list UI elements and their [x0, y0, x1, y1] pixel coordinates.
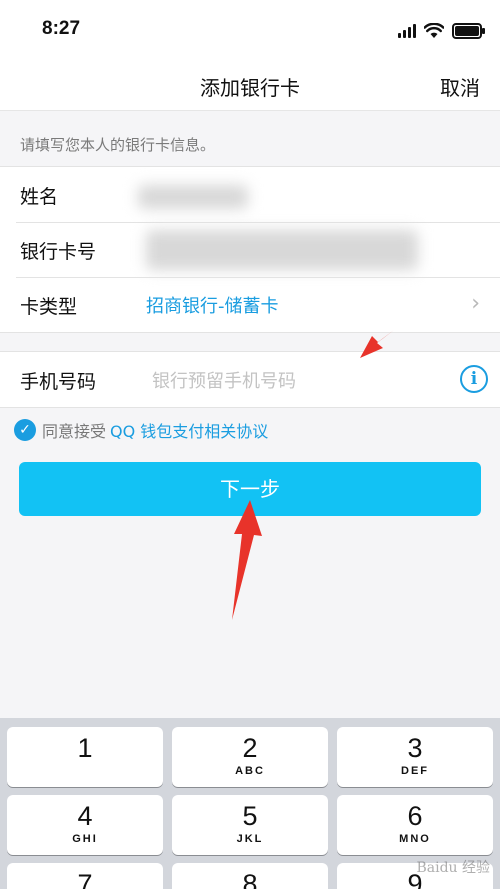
watermark: Baidu 经验 — [416, 860, 490, 876]
card-number-label: 银行卡号 — [20, 241, 97, 263]
phone-group: 手机号码 银行预留手机号码 i — [0, 351, 500, 408]
annotation-arrow-button — [232, 500, 262, 620]
wifi-icon — [424, 23, 444, 38]
cancel-button[interactable]: 取消 — [440, 72, 480, 101]
key-7[interactable]: 7 — [7, 863, 163, 889]
status-bar: 8:27 — [0, 0, 500, 60]
signal-icon — [398, 24, 416, 38]
key-8[interactable]: 8 — [172, 863, 328, 889]
card-number-row[interactable]: 银行卡号 — [0, 222, 500, 277]
key-4[interactable]: 4 GHI — [7, 795, 163, 855]
battery-icon — [452, 23, 485, 39]
next-button[interactable]: 下一步 — [19, 462, 481, 516]
name-label: 姓名 — [20, 186, 59, 208]
chevron-right-icon: › — [471, 291, 480, 316]
card-number-redacted — [146, 230, 418, 270]
page-title: 添加银行卡 — [200, 76, 300, 100]
status-icons — [398, 22, 485, 40]
agreement-row: ✓ 同意接受 QQ 钱包支付相关协议 — [14, 418, 268, 442]
key-6[interactable]: 6 MNO — [337, 795, 493, 855]
key-1[interactable]: 1 — [7, 727, 163, 787]
status-time: 8:27 — [42, 18, 81, 39]
name-row[interactable]: 姓名 — [0, 167, 500, 222]
phone-input[interactable]: 银行预留手机号码 — [152, 367, 296, 393]
card-type-label: 卡类型 — [20, 296, 78, 318]
phone-row: 手机号码 银行预留手机号码 i — [0, 352, 500, 407]
agreement-link[interactable]: QQ 钱包支付相关协议 — [110, 418, 268, 442]
form-hint: 请填写您本人的银行卡信息。 — [20, 136, 216, 154]
card-type-row[interactable]: 卡类型 招商银行-储蓄卡 › — [0, 277, 500, 332]
checkmark-icon[interactable]: ✓ — [14, 419, 36, 441]
info-icon[interactable]: i — [460, 365, 488, 393]
name-value-redacted — [138, 185, 248, 209]
key-3[interactable]: 3 DEF — [337, 727, 493, 787]
key-5[interactable]: 5 JKL — [172, 795, 328, 855]
card-info-group: 姓名 银行卡号 卡类型 招商银行-储蓄卡 › — [0, 166, 500, 333]
card-type-value: 招商银行-储蓄卡 — [146, 296, 279, 317]
nav-bar: 添加银行卡 取消 — [0, 60, 500, 111]
phone-label: 手机号码 — [20, 371, 97, 393]
numeric-keypad: 1 2 ABC 3 DEF 4 GHI 5 JKL 6 MNO 7 8 9 Baidu 经… — [0, 718, 500, 889]
agreement-text: 同意接受 — [42, 422, 107, 441]
key-2[interactable]: 2 ABC — [172, 727, 328, 787]
